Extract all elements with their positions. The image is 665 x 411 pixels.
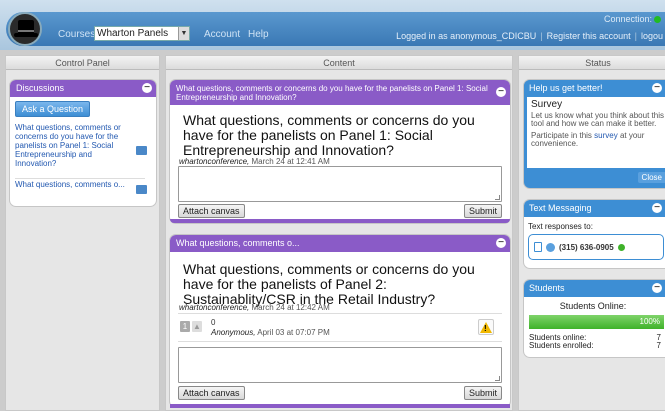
survey-text: Let us know what you think about this to… [531,111,664,128]
help-title: Help us get better! [529,83,603,93]
reply-votes: 0 [211,318,216,327]
attach-canvas-button[interactable]: Attach canvas [178,386,245,400]
course-select[interactable]: Wharton Panels [94,26,190,41]
post-date: March 24 at 12:42 AM [251,303,330,312]
text-messaging-box: Text Messaging − Text responses to: (315… [524,200,665,268]
phone-number: (315) 636-0905 [559,242,614,252]
logout-link[interactable]: logou [641,31,663,41]
students-online-label: Students Online: [559,301,627,311]
survey-participate: Participate in this survey at your conve… [531,132,665,148]
students-progress-text: 100% [639,317,660,326]
post-meta: whartonconference, March 24 at 12:41 AM [179,157,330,166]
divider [178,341,502,342]
collapse-icon[interactable]: − [496,87,506,97]
reply-date: April 03 at 07:07 PM [257,328,330,337]
vote-controls: 1 ▲ [180,321,202,332]
reply-author: Anonymous, [211,328,256,337]
upvote-icon[interactable]: ▲ [192,321,202,332]
collapse-icon[interactable]: − [142,83,152,93]
phone-number-box: (315) 636-0905 [528,234,664,260]
post-header: What questions, comments or concerns do … [170,80,510,105]
students-enrolled-row: Students enrolled: 7 [529,342,661,350]
post-card: What questions, comments or concerns do … [170,80,510,223]
reply-textarea[interactable] [178,347,502,383]
sms-icon [546,242,555,252]
ask-question-button[interactable]: Ask a Question [15,101,91,117]
content-header: Content [166,56,512,70]
chat-icon[interactable] [136,185,147,194]
text-responses-label: Text responses to: [528,222,593,231]
chevron-down-icon: ▼ [178,27,189,40]
connection-status: Connection: [604,14,661,24]
post-author: whartonconference, [179,157,250,166]
discussions-box: Discussions − Ask a Question What questi… [10,80,156,206]
post-date: March 24 at 12:41 AM [251,157,330,166]
post-author: whartonconference, [179,303,250,312]
top-hat-logo-icon [8,12,42,46]
post-card: What questions, comments o... − What que… [170,235,510,407]
divider [15,178,145,179]
discussion-item-2[interactable]: What questions, comments o... [15,180,133,189]
post-header: What questions, comments o... − [170,235,510,252]
control-panel-header: Control Panel [6,56,159,70]
register-link[interactable]: Register this account [547,31,631,41]
submit-button[interactable]: Submit [463,204,502,218]
discussion-item-1[interactable]: What questions, comments or concerns do … [15,123,133,168]
attach-canvas-button[interactable]: Attach canvas [178,204,245,218]
post-footer-bar [170,219,510,223]
help-body: Survey Let us know what you think about … [527,97,665,168]
students-title: Students [529,283,565,293]
login-line: Logged in as anonymous_CDICBU | Register t… [396,31,663,41]
post-header-text: What questions, comments o... [176,238,300,248]
students-progress-track: 100% [529,315,664,329]
post-footer-bar [170,404,510,408]
students-box: Students − Students Online: 100% Student… [524,280,665,357]
row-value: 7 [656,341,661,350]
course-select-value: Wharton Panels [97,28,169,39]
course-select-arrow[interactable]: ▼ [178,26,191,41]
discussions-body: Ask a Question [10,97,156,121]
post-meta: whartonconference, March 24 at 12:42 AM [179,303,330,312]
chat-icon[interactable] [136,146,147,155]
post-header-text: What questions, comments or concerns do … [176,84,488,102]
divider [178,313,502,314]
help-box: Help us get better! − Survey Let us know… [524,80,665,188]
students-stats: Students online: 7 Students enrolled: 7 [529,334,661,350]
collapse-icon[interactable]: − [496,238,506,248]
courses-label: Courses [58,29,96,40]
logged-in-text: Logged in as anonymous_CDICBU [396,31,537,41]
collapse-icon[interactable]: − [652,283,662,293]
survey-title: Survey [531,99,563,110]
status-header: Status [519,56,665,70]
text-messaging-title: Text Messaging [529,203,592,213]
post-question: What questions, comments or concerns do … [183,112,475,158]
phone-icon [534,242,542,252]
close-button[interactable]: Close [637,172,665,183]
survey-link[interactable]: survey [594,131,618,140]
row-label: Students enrolled: [529,341,594,350]
warning-icon: ! [480,321,492,333]
help-header: Help us get better! − [524,80,665,97]
top-bar: Courses Wharton Panels ▼ Account Help Co… [0,0,665,50]
vote-count-box: 1 [180,321,190,332]
connection-dot-icon [654,16,661,24]
discussions-header: Discussions − [10,80,156,97]
students-header: Students − [524,280,665,297]
reply-textarea[interactable] [178,166,502,202]
collapse-icon[interactable]: − [652,203,662,213]
flag-button[interactable]: ! [478,319,494,335]
post-question: What questions, comments or concerns do … [183,261,475,307]
text-messaging-header: Text Messaging − [524,200,665,217]
discussions-title: Discussions [16,83,65,93]
collapse-icon[interactable]: − [652,83,662,93]
status-dot-icon [617,243,625,251]
account-menu[interactable]: Account [204,29,240,40]
reply-meta: Anonymous, April 03 at 07:07 PM [211,328,330,337]
connection-label: Connection: [603,14,652,24]
submit-button[interactable]: Submit [463,386,502,400]
help-menu[interactable]: Help [248,29,269,40]
